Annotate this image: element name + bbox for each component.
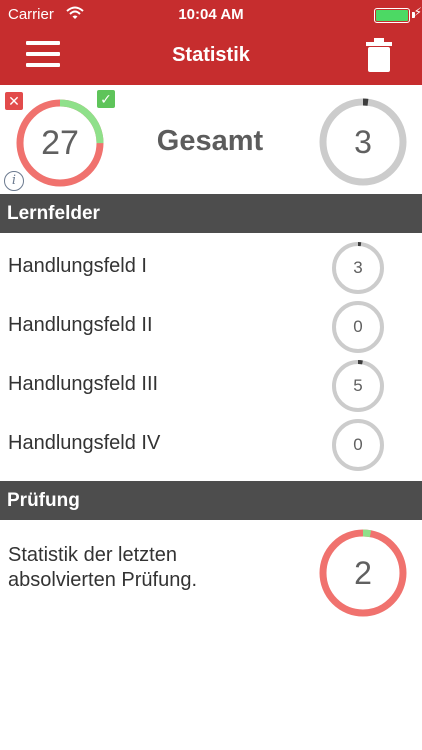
exam-result-ring[interactable]: 2: [318, 528, 408, 618]
section-header-pruefung: Prüfung: [0, 481, 422, 520]
ring-value: 2: [354, 554, 372, 591]
ring-value: 0: [353, 317, 363, 336]
page-title: Statistik: [172, 44, 250, 66]
section-title: Prüfung: [7, 490, 80, 511]
ring-value: 0: [353, 435, 363, 454]
section-header-lernfelder: Lernfelder: [0, 194, 422, 233]
correct-wrong-ring[interactable]: 27: [14, 97, 106, 189]
clock: 10:04 AM: [178, 6, 244, 23]
learned-ring[interactable]: 3: [318, 97, 408, 187]
section-title: Lernfelder: [7, 203, 100, 224]
progress-ring: 0: [331, 418, 385, 472]
list-item-handlungsfeld-2[interactable]: Handlungsfeld II 0: [0, 296, 422, 355]
summary-panel: ✕ ✓ 27 i Gesamt 3: [0, 85, 422, 195]
progress-ring: 5: [331, 359, 385, 413]
list-item-handlungsfeld-1[interactable]: Handlungsfeld I 3: [0, 237, 422, 296]
ring-value: 5: [353, 376, 363, 395]
list-item-label: Handlungsfeld II: [8, 314, 153, 336]
list-item-label: Handlungsfeld I: [8, 255, 147, 277]
list-item-label: Handlungsfeld III: [8, 373, 159, 395]
status-bar: Carrier 10:04 AM ⚡: [0, 0, 422, 30]
list-item-handlungsfeld-3[interactable]: Handlungsfeld III 5: [0, 355, 422, 414]
progress-ring: 3: [331, 241, 385, 295]
summary-label: Gesamt: [156, 125, 264, 157]
ring-value: 27: [41, 123, 79, 162]
list-item-label: Handlungsfeld IV: [8, 432, 161, 454]
exam-description: Statistik der letzten absolvierten Prüfu…: [8, 544, 198, 591]
ring-value: 3: [353, 258, 363, 277]
list-item-handlungsfeld-4[interactable]: Handlungsfeld IV 0: [0, 414, 422, 473]
ring-value: 3: [354, 123, 372, 160]
charging-icon: ⚡: [413, 5, 422, 19]
battery-icon: [374, 8, 410, 23]
info-icon[interactable]: i: [4, 171, 24, 191]
trash-icon[interactable]: [364, 38, 394, 72]
progress-ring: 0: [331, 300, 385, 354]
navigation-bar: Carrier 10:04 AM ⚡ Statistik: [0, 0, 422, 85]
